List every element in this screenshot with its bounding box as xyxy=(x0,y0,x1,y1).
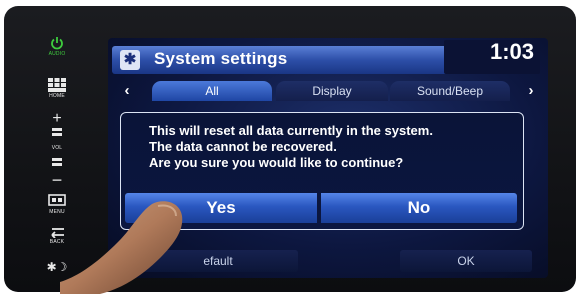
night-mode-icon: ✱☽ xyxy=(46,260,68,274)
power-icon xyxy=(51,37,63,50)
yes-button[interactable]: Yes xyxy=(125,193,317,223)
tab-next-arrow[interactable]: › xyxy=(522,80,540,102)
back-key[interactable]: BACK xyxy=(32,226,82,245)
back-icon xyxy=(51,228,64,238)
audio-key-label: AUDIO xyxy=(48,51,66,57)
tab-all[interactable]: All xyxy=(152,81,272,101)
dialog-line: The data cannot be recovered. xyxy=(149,139,337,154)
hard-key-strip: AUDIO HOME + VOL − MENU BACK ✱☽ xyxy=(32,34,82,284)
home-grid-icon xyxy=(48,78,66,92)
home-key-label: HOME xyxy=(49,93,65,99)
home-key[interactable]: HOME xyxy=(32,78,82,99)
display-screen: ✱ System settings 1:03 ‹ All Display Sou… xyxy=(108,38,548,278)
tab-prev-arrow[interactable]: ‹ xyxy=(118,80,136,102)
vol-label: VOL xyxy=(51,145,63,151)
default-button[interactable]: efault xyxy=(138,250,298,272)
tab-sound-beep[interactable]: Sound/Beep xyxy=(390,81,510,101)
back-key-label: BACK xyxy=(49,239,65,245)
settings-gear-icon: ✱ xyxy=(120,50,140,70)
page-title: System settings xyxy=(154,49,288,68)
reset-confirm-dialog: This will reset all data currently in th… xyxy=(120,112,524,230)
clock: 1:03 xyxy=(489,39,534,64)
dialog-message: This will reset all data currently in th… xyxy=(149,123,519,171)
menu-icon xyxy=(48,194,66,206)
audio-power-key[interactable]: AUDIO xyxy=(32,36,82,57)
clock-area: 1:03 xyxy=(444,39,540,74)
volume-down-key[interactable]: − xyxy=(32,171,82,189)
dialog-line: Are you sure you would like to continue? xyxy=(149,155,404,170)
dialog-line: This will reset all data currently in th… xyxy=(149,123,433,138)
volume-slider[interactable]: VOL xyxy=(32,128,82,168)
tab-display[interactable]: Display xyxy=(276,81,388,101)
ok-button[interactable]: OK xyxy=(400,250,532,272)
menu-key[interactable]: MENU xyxy=(32,194,82,215)
volume-up-key[interactable]: + xyxy=(32,111,82,127)
night-mode-key[interactable]: ✱☽ xyxy=(32,260,82,274)
settings-tabs: ‹ All Display Sound/Beep › xyxy=(112,80,540,102)
title-bar: ✱ System settings 1:03 xyxy=(112,39,540,74)
no-button[interactable]: No xyxy=(321,193,517,223)
menu-key-label: MENU xyxy=(49,209,65,215)
